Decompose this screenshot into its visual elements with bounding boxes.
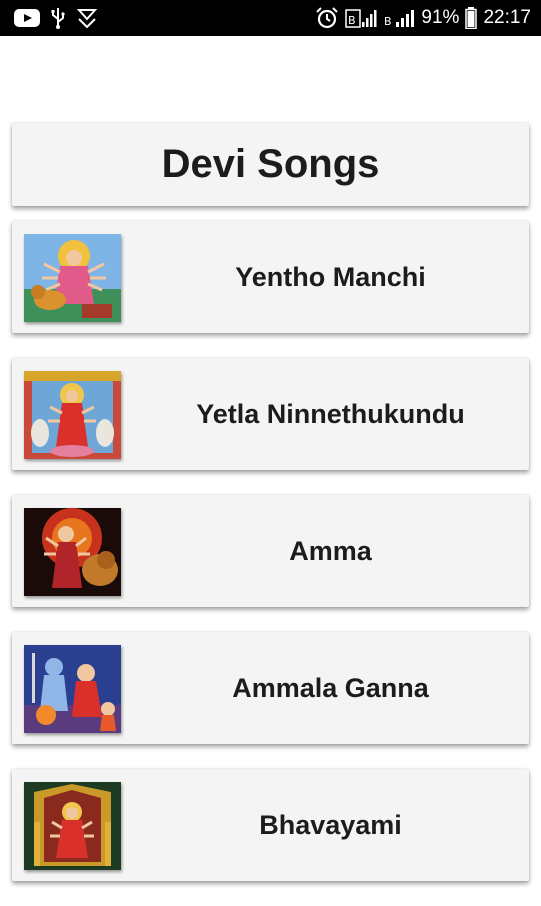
song-item-ammala-ganna[interactable]: Ammala Ganna (12, 632, 529, 744)
song-title: Amma (289, 535, 372, 566)
goddess-durga-image (24, 234, 121, 322)
goddess-durga-lion-image (24, 508, 121, 596)
usb-icon (50, 7, 66, 29)
song-title: Ammala Ganna (232, 672, 429, 703)
svg-text:B: B (384, 15, 392, 28)
song-list: Yentho Manchi Yetla Ninnethukundu Amma A… (12, 221, 529, 906)
song-item-yentho-manchi[interactable]: Yentho Manchi (12, 221, 529, 333)
page-title: Devi Songs (161, 142, 380, 186)
signal-icon: B (345, 7, 377, 29)
header-card: Devi Songs (12, 123, 529, 206)
download-icon (76, 8, 98, 28)
status-bar-left (14, 7, 98, 29)
song-title: Yetla Ninnethukundu (196, 398, 465, 429)
signal-icon: B (383, 7, 415, 29)
alarm-icon (315, 7, 339, 29)
goddess-lakshmi-image (24, 371, 121, 459)
status-bar-right: B B 91% 22:17 (315, 7, 531, 29)
goddess-temple-image (24, 782, 121, 870)
song-item-bhavayami[interactable]: Bhavayami (12, 769, 529, 881)
status-bar: B B 91% 22:17 (0, 0, 541, 36)
shiva-parvati-family-image (24, 645, 121, 733)
battery-percent: 91% (421, 7, 460, 28)
song-title: Bhavayami (259, 809, 402, 840)
song-title: Yentho Manchi (235, 261, 426, 292)
song-item-yetla-ninnethukundu[interactable]: Yetla Ninnethukundu (12, 358, 529, 470)
youtube-icon (14, 9, 40, 27)
battery-icon (465, 7, 478, 29)
song-item-amma[interactable]: Amma (12, 495, 529, 607)
svg-text:B: B (348, 14, 356, 27)
clock: 22:17 (483, 7, 531, 28)
